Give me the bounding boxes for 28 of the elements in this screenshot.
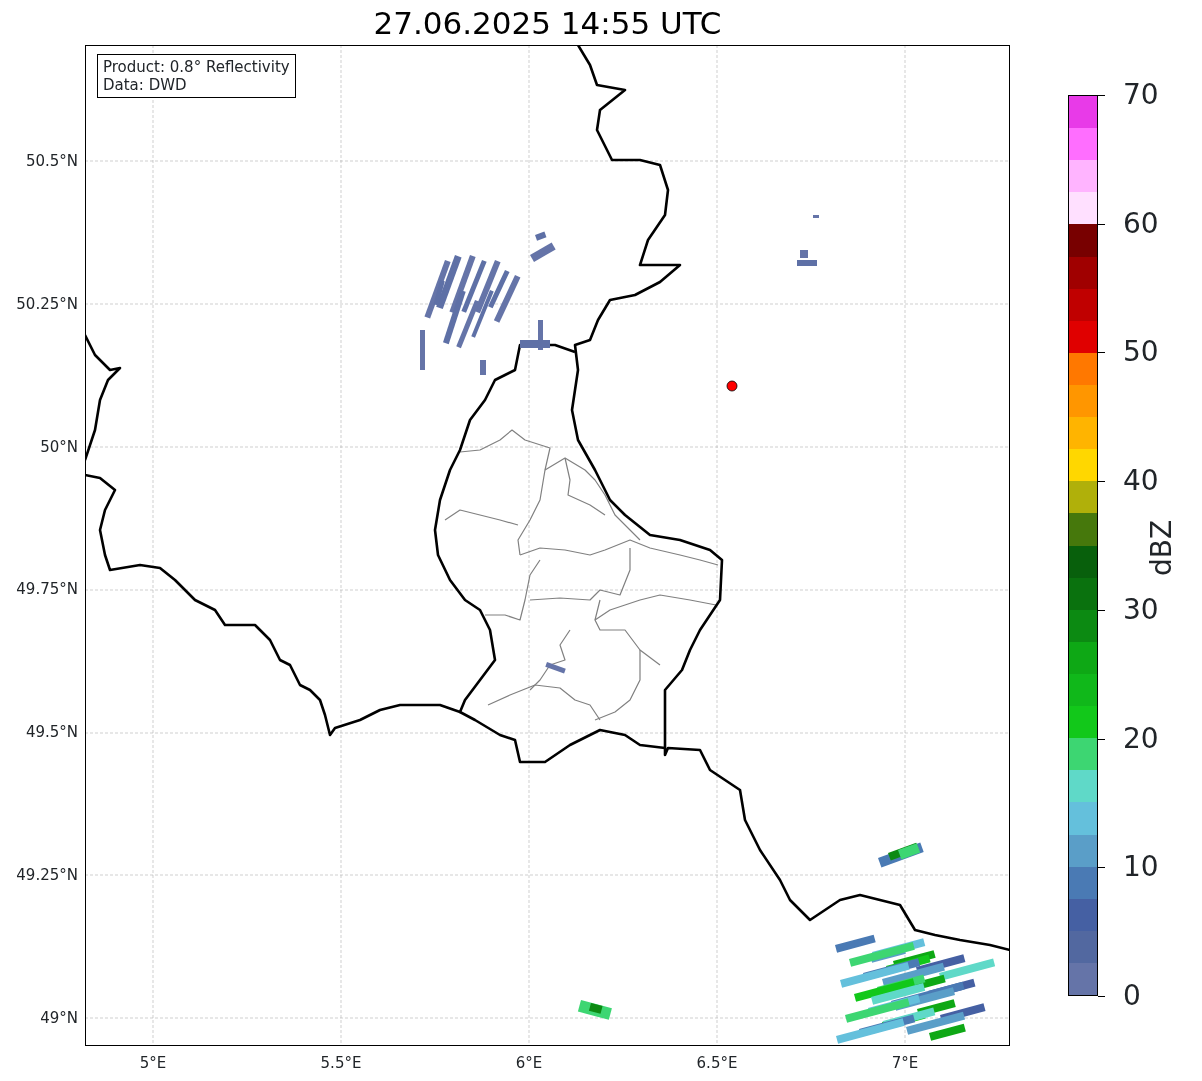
radar-echo: [797, 215, 819, 266]
axis-tick-label: 50.5°N: [25, 150, 78, 172]
axis-tick-label: 6°E: [515, 1053, 543, 1074]
colorbar-tick-label: 20: [1123, 724, 1159, 753]
radar-echo: [545, 662, 566, 674]
colorbar-label: dBZ: [1144, 519, 1179, 577]
radar-station-marker: [726, 380, 738, 392]
axis-tick-label: 5.5°E: [320, 1053, 362, 1074]
axis-tick-label: 7°E: [891, 1053, 919, 1074]
axis-tick-label: 49.25°N: [16, 864, 78, 886]
colorbar-tick-label: 70: [1123, 81, 1159, 109]
axis-tick-label: 6.5°E: [696, 1053, 738, 1074]
radar-echo: [577, 1000, 612, 1020]
colorbar-tick-label: 60: [1123, 209, 1159, 238]
colorbar-tick-label: 0: [1123, 982, 1141, 1010]
info-text: Data: DWD: [103, 76, 188, 94]
axis-tick-label: 49°N: [40, 1007, 78, 1029]
axis-tick-label: 49.5°N: [25, 721, 78, 743]
colorbar-tick-label: 40: [1123, 467, 1159, 496]
chart-title: 27.06.2025 14:55 UTC: [372, 4, 723, 43]
axis-tick-label: 50°N: [40, 436, 78, 458]
colorbar-tick-label: 50: [1123, 338, 1159, 367]
colorbar-tick-label: 30: [1123, 595, 1159, 624]
info-text: Product: 0.8° Reflectivity: [103, 58, 290, 76]
axis-tick-label: 49.75°N: [16, 579, 78, 601]
axis-tick-label: 5°E: [139, 1053, 167, 1074]
colorbar-tick-label: 10: [1123, 853, 1159, 882]
axis-tick-label: 50.25°N: [16, 293, 78, 315]
